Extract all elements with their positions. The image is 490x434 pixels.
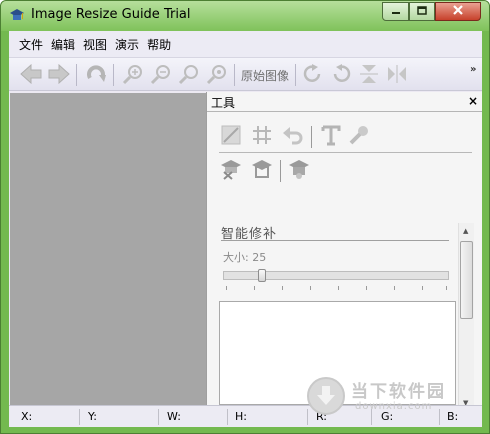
tools-panel: 工具 × 智能修补 大小: 25 ▲ ▼ [206, 92, 482, 407]
size-slider-thumb[interactable] [258, 269, 266, 282]
title-bar[interactable]: Image Resize Guide Trial [1, 1, 489, 31]
status-separator [158, 409, 159, 425]
flip-horizontal-icon [386, 63, 408, 88]
cap-remove-button[interactable] [219, 158, 243, 182]
original-image-button[interactable]: 原始图像 [241, 67, 289, 84]
menu-edit[interactable]: 编辑 [47, 36, 79, 53]
cap-fill-button[interactable] [287, 158, 311, 182]
back-button[interactable] [19, 63, 43, 87]
close-icon [452, 4, 464, 19]
tools-panel-title: 工具 [211, 96, 236, 110]
status-x: X: [21, 410, 33, 423]
wrench-button[interactable] [347, 124, 371, 148]
window-title: Image Resize Guide Trial [31, 7, 191, 22]
status-y: Y: [88, 410, 97, 423]
zoom-fit-button[interactable] [177, 63, 201, 87]
rotate-counterclockwise-button[interactable] [329, 63, 353, 87]
flip-vertical-button[interactable] [357, 63, 381, 87]
text-button[interactable] [319, 124, 343, 148]
zoom-out-icon [150, 63, 172, 88]
tools-panel-header: 工具 × [207, 92, 482, 112]
cap-fill-icon [288, 158, 310, 183]
status-h: H: [235, 410, 247, 423]
zoom-in-button[interactable] [121, 63, 145, 87]
grid-icon [251, 124, 273, 149]
flip-horizontal-button[interactable] [385, 63, 409, 87]
minimize-button[interactable] [382, 2, 409, 21]
section-divider [221, 240, 449, 241]
status-separator [79, 409, 80, 425]
size-slider-track[interactable] [223, 271, 449, 280]
status-w: W: [167, 410, 181, 423]
close-button[interactable] [435, 2, 481, 21]
forward-button[interactable] [47, 63, 71, 87]
back-arrow-icon [20, 63, 42, 87]
cap-select-button[interactable] [250, 158, 274, 182]
crop-button[interactable] [219, 124, 243, 148]
minimize-icon [391, 5, 401, 19]
image-canvas[interactable] [10, 93, 206, 405]
app-window: Image Resize Guide Trial 文件 编辑 视图 演示 帮助 [0, 0, 490, 434]
watermark-url: downxia.com [355, 401, 433, 412]
menu-bar: 文件 编辑 视图 演示 帮助 [9, 31, 482, 57]
graduation-cap-icon [9, 7, 25, 23]
wrench-icon [348, 124, 370, 149]
redo-icon [85, 63, 107, 88]
flip-vertical-icon [358, 63, 380, 88]
menu-view[interactable]: 视图 [79, 36, 111, 53]
undo-icon [282, 124, 304, 149]
rotate-clockwise-button[interactable] [301, 63, 325, 87]
watermark-name: 当下软件园 [351, 382, 446, 402]
watermark: 当下软件园 downxia.com [307, 375, 477, 425]
menu-demo[interactable]: 演示 [111, 36, 143, 53]
toolbar: 原始图像 » [9, 57, 482, 91]
status-separator [227, 409, 228, 425]
text-icon [320, 124, 342, 149]
maximize-button[interactable] [409, 2, 435, 21]
panel-separator [280, 160, 281, 182]
size-slider-ticks [223, 286, 449, 291]
crop-icon [220, 124, 242, 149]
client-area: 文件 编辑 视图 演示 帮助 原始图像 » 工具 × 智能修补 大小: 25 ▲… [9, 31, 482, 427]
menu-file[interactable]: 文件 [15, 36, 47, 53]
tools-panel-close-button[interactable]: × [468, 94, 478, 108]
zoom-actual-icon [206, 63, 228, 88]
scroll-up-icon[interactable]: ▲ [463, 227, 468, 235]
toolbar-overflow-button[interactable]: » [470, 64, 476, 75]
zoom-fit-icon [178, 63, 200, 88]
menu-help[interactable]: 帮助 [143, 36, 175, 53]
panel-divider [219, 152, 472, 153]
forward-arrow-icon [48, 63, 70, 87]
download-arrow-icon [307, 377, 345, 415]
rotate-counterclockwise-icon [330, 63, 352, 88]
rotate-clockwise-icon [302, 63, 324, 88]
toolbar-separator [234, 64, 235, 86]
toolbar-separator [76, 64, 77, 86]
zoom-out-button[interactable] [149, 63, 173, 87]
zoom-in-icon [122, 63, 144, 88]
cap-select-icon [251, 158, 273, 183]
size-label: 大小: 25 [223, 251, 267, 264]
toolbar-separator [113, 64, 114, 86]
zoom-actual-button[interactable] [205, 63, 229, 87]
redo-button[interactable] [84, 63, 108, 87]
panel-separator [311, 126, 312, 148]
grid-button[interactable] [250, 124, 274, 148]
cap-remove-icon [220, 158, 242, 183]
maximize-icon [417, 5, 427, 19]
toolbar-separator [295, 64, 296, 86]
scrollbar-thumb[interactable] [460, 241, 473, 319]
undo-button[interactable] [281, 124, 305, 148]
